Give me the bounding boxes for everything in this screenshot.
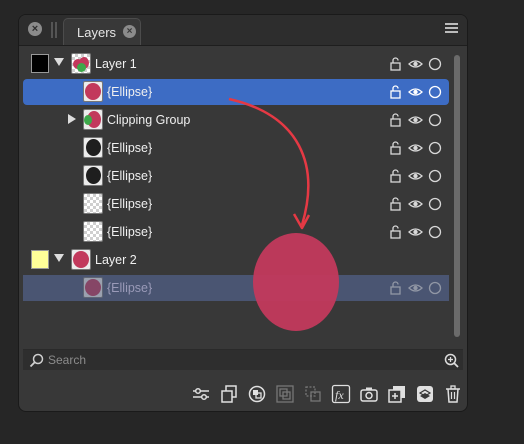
layer-row-clipping-group[interactable]: Clipping Group (23, 107, 449, 133)
ellipse-thumbnail (83, 81, 103, 102)
layer-color-swatch[interactable] (31, 54, 49, 73)
visibility-circle-icon[interactable] (428, 85, 442, 99)
ellipse-thumbnail (83, 193, 103, 214)
layer-name: {Ellipse} (107, 141, 153, 155)
ellipse-thumbnail (83, 137, 103, 158)
row-controls (389, 225, 443, 239)
layer-row-layer-2[interactable]: Layer 2 (23, 247, 449, 273)
eye-icon[interactable] (408, 85, 423, 99)
tab-layers-label: Layers (77, 25, 117, 40)
row-controls (389, 281, 443, 295)
layer-name: Layer 2 (95, 253, 137, 267)
tab-close-icon[interactable]: × (123, 25, 136, 38)
unlock-icon[interactable] (389, 225, 403, 239)
layer-name: Layer 1 (95, 57, 137, 71)
search-filter-icon[interactable] (444, 353, 459, 368)
layer-row-ellipse[interactable]: {Ellipse} (23, 219, 449, 245)
visibility-circle-icon[interactable] (428, 57, 442, 71)
unlock-icon[interactable] (389, 141, 403, 155)
search-bar[interactable]: Search (23, 349, 463, 370)
close-panel-icon[interactable]: × (28, 22, 42, 36)
layer-name: Clipping Group (107, 113, 191, 127)
eye-icon[interactable] (408, 225, 423, 239)
visibility-circle-icon[interactable] (428, 113, 442, 127)
row-controls (389, 57, 443, 71)
search-icon (29, 353, 44, 368)
layer-row-ellipse[interactable]: {Ellipse} (23, 163, 449, 189)
expand-triangle-icon[interactable] (54, 58, 64, 66)
arrange-icon[interactable] (415, 384, 435, 404)
layer-thumbnail (71, 249, 91, 270)
ungroup-icon[interactable] (303, 384, 323, 404)
unlock-icon[interactable] (389, 113, 403, 127)
row-controls (389, 113, 443, 127)
fx-icon[interactable]: fx (331, 384, 351, 404)
drag-grip[interactable] (55, 22, 57, 38)
add-layer-icon[interactable] (387, 384, 407, 404)
clipping-group-thumbnail (83, 109, 103, 130)
ellipse-thumbnail (83, 277, 103, 298)
layer-row-ellipse[interactable]: {Ellipse} (23, 191, 449, 217)
layer-name: {Ellipse} (107, 281, 153, 295)
eye-icon[interactable] (408, 57, 423, 71)
expand-triangle-icon[interactable] (54, 254, 64, 262)
visibility-circle-icon[interactable] (428, 169, 442, 183)
eye-icon[interactable] (408, 197, 423, 211)
layer-thumbnail (71, 53, 91, 74)
layer-row-ellipse[interactable]: {Ellipse} (23, 135, 449, 161)
ellipse-thumbnail (83, 221, 103, 242)
unlock-icon[interactable] (389, 85, 403, 99)
ellipse-thumbnail (83, 165, 103, 186)
panel-menu-icon[interactable] (445, 23, 458, 36)
layers-panel: × Layers × Layer 1 {Ellipse} Clipping Gr… (18, 14, 468, 412)
layer-name: {Ellipse} (107, 225, 153, 239)
visibility-circle-icon[interactable] (428, 141, 442, 155)
row-controls (389, 141, 443, 155)
tab-layers[interactable]: Layers × (63, 18, 141, 45)
search-input[interactable]: Search (48, 353, 86, 367)
boolean-icon[interactable] (247, 384, 267, 404)
expand-triangle-icon[interactable] (68, 114, 76, 124)
visibility-circle-icon[interactable] (428, 197, 442, 211)
panel-titlebar: × Layers × (19, 15, 467, 46)
trash-icon[interactable] (443, 384, 463, 404)
row-controls (389, 169, 443, 183)
unlock-icon[interactable] (389, 197, 403, 211)
unlock-icon[interactable] (389, 57, 403, 71)
group-icon[interactable] (275, 384, 295, 404)
row-controls (389, 85, 443, 99)
layer-row-ellipse-drop-target[interactable]: {Ellipse} (23, 275, 449, 301)
visibility-circle-icon[interactable] (428, 225, 442, 239)
layer-row-ellipse-selected[interactable]: {Ellipse} (23, 79, 449, 105)
row-controls (389, 197, 443, 211)
svg-text:fx: fx (335, 388, 344, 402)
layers-scrollbar[interactable] (454, 55, 460, 337)
unlock-icon[interactable] (389, 169, 403, 183)
camera-icon[interactable] (359, 384, 379, 404)
layer-row-layer-1[interactable]: Layer 1 (23, 51, 449, 77)
layers-toolbar: fx (19, 381, 467, 409)
layer-name: {Ellipse} (107, 169, 153, 183)
eye-icon[interactable] (408, 141, 423, 155)
layer-name: {Ellipse} (107, 197, 153, 211)
layer-color-swatch[interactable] (31, 250, 49, 269)
visibility-circle-icon[interactable] (428, 281, 442, 295)
unlock-icon[interactable] (389, 281, 403, 295)
adjustments-icon[interactable] (191, 384, 211, 404)
layers-list: Layer 1 {Ellipse} Clipping Group {Ellips… (19, 51, 467, 351)
layer-name: {Ellipse} (107, 85, 153, 99)
drag-grip[interactable] (51, 22, 53, 38)
duplicate-icon[interactable] (219, 384, 239, 404)
eye-icon[interactable] (408, 113, 423, 127)
eye-icon[interactable] (408, 169, 423, 183)
eye-icon[interactable] (408, 281, 423, 295)
